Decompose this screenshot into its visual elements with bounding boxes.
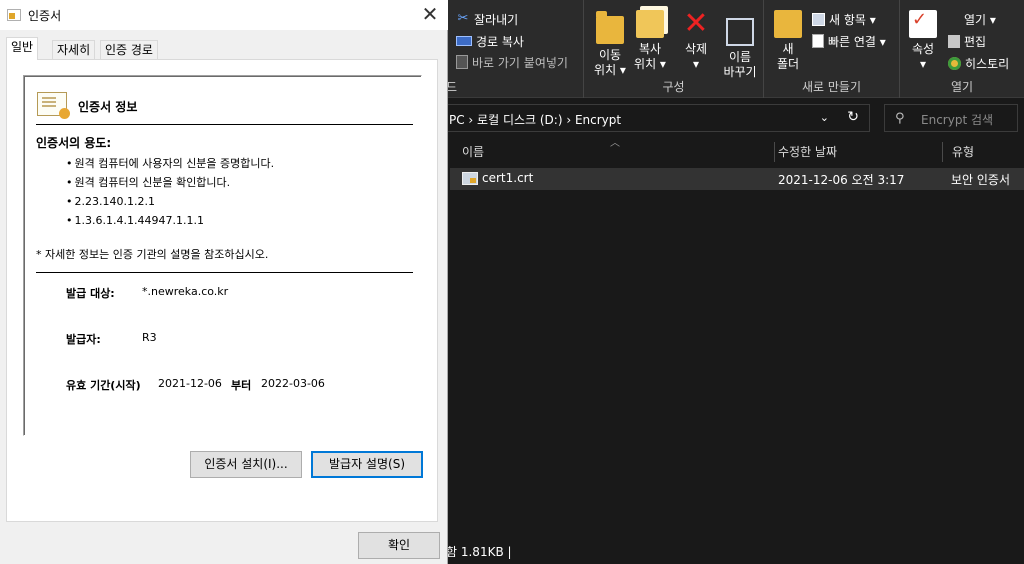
file-row[interactable]: cert1.crt 2021-12-06 오전 3:17 보안 인증서 xyxy=(450,168,1024,190)
paste-shortcut-button[interactable]: 바로 가기 붙여넣기 xyxy=(456,52,568,72)
new-item-button[interactable]: 새 항목 ▾ xyxy=(812,9,876,29)
paste-shortcut-icon xyxy=(456,55,468,69)
certificate-large-icon xyxy=(37,92,70,119)
dialog-title-bar[interactable]: 인증서 ✕ xyxy=(0,0,448,30)
address-path[interactable]: PC › 로컬 디스크 (D:) › Encrypt xyxy=(449,111,621,128)
edit-icon xyxy=(948,34,960,48)
search-placeholder[interactable]: Encrypt 검색 xyxy=(921,111,993,128)
column-modified[interactable]: 수정한 날짜 xyxy=(770,140,940,164)
rename-button[interactable]: 이름 바꾸기 xyxy=(718,10,762,80)
issued-by-label: 발급자: xyxy=(66,333,101,346)
tab-details[interactable]: 자세히 xyxy=(52,40,96,60)
ribbon-group-label-new: 새로 만들기 xyxy=(801,80,861,94)
valid-to-value: 2022-03-06 xyxy=(261,377,325,390)
copy-to-button[interactable]: 복사 위치 ▾ xyxy=(630,10,670,72)
properties-icon xyxy=(909,10,937,38)
file-modified: 2021-12-06 오전 3:17 xyxy=(778,173,905,187)
issuer-statement-button[interactable]: 발급자 설명(S) xyxy=(311,451,423,478)
certificate-info-box: 인증서 정보 인증서의 용도: 원격 컴퓨터에 사용자의 신분을 증명합니다. … xyxy=(23,75,422,436)
purposes-list: 원격 컴퓨터에 사용자의 신분을 증명합니다. 원격 컴퓨터의 신분을 확인합니… xyxy=(66,154,275,230)
ribbon-group-organize: 이동 위치 ▾ 복사 위치 ▾ ✕ 삭제 ▾ 이름 바꾸기 구성 xyxy=(584,0,764,98)
edit-button[interactable]: 편집 xyxy=(948,31,986,51)
issued-to-label: 발급 대상: xyxy=(66,287,115,300)
file-list-header: 이름 ︿ 수정한 날짜 유형 xyxy=(450,138,1024,164)
divider xyxy=(36,272,413,273)
tab-certification-path[interactable]: 인증 경로 xyxy=(100,40,158,60)
sort-caret-icon: ︿ xyxy=(610,138,620,149)
path-icon xyxy=(456,36,472,46)
certificate-dialog: 인증서 ✕ 일반 자세히 인증 경로 인증서 정보 인증서의 용도: 원격 컴퓨… xyxy=(0,0,448,564)
address-bar[interactable]: PC › 로컬 디스크 (D:) › Encrypt ⌄ ↻ xyxy=(440,104,870,132)
search-box[interactable]: ⚲ Encrypt 검색 xyxy=(884,104,1018,132)
easy-access-icon xyxy=(812,34,824,48)
copy-to-icon xyxy=(636,10,664,38)
validity-to-label: 부터 xyxy=(231,379,252,392)
close-button[interactable]: ✕ xyxy=(418,2,442,26)
ribbon-group-label-clipboard: 드 xyxy=(446,80,458,94)
details-note: * 자세한 정보는 인증 기관의 설명을 참조하십시오. xyxy=(36,248,269,261)
easy-access-button[interactable]: 빠른 연결 ▾ xyxy=(812,31,886,51)
delete-x-icon: ✕ xyxy=(683,6,709,41)
purposes-title: 인증서의 용도: xyxy=(36,136,112,150)
divider xyxy=(36,124,413,125)
delete-button[interactable]: ✕ 삭제 ▾ xyxy=(676,6,716,72)
refresh-icon[interactable]: ↻ xyxy=(847,109,859,125)
purpose-item: 원격 컴퓨터에 사용자의 신분을 증명합니다. xyxy=(66,154,275,173)
column-type[interactable]: 유형 xyxy=(944,140,1024,164)
valid-from-value: 2021-12-06 xyxy=(158,377,222,390)
status-bar: 함 1.81KB | xyxy=(440,540,1024,564)
tab-panel-general: 인증서 정보 인증서의 용도: 원격 컴퓨터에 사용자의 신분을 증명합니다. … xyxy=(6,59,438,522)
scissors-icon: ✂ xyxy=(457,11,469,26)
file-type: 보안 인증서 xyxy=(951,173,1011,187)
tab-general[interactable]: 일반 xyxy=(6,37,39,60)
ribbon-group-new: 새 폴더 새 항목 ▾ 빠른 연결 ▾ 새로 만들기 xyxy=(764,0,900,98)
move-to-button[interactable]: 이동 위치 ▾ xyxy=(590,10,630,78)
column-separator[interactable] xyxy=(942,142,943,162)
validity-label: 유효 기간(시작) xyxy=(66,379,141,392)
dialog-title: 인증서 xyxy=(28,9,62,23)
rename-icon xyxy=(726,18,754,46)
ribbon-group-label-organize: 구성 xyxy=(662,80,685,94)
copy-path-button[interactable]: 경로 복사 xyxy=(456,31,524,51)
purpose-item: 2.23.140.1.2.1 xyxy=(66,192,274,211)
ribbon-group-open: 속성 ▾ 열기 ▾ 편집 히스토리 열기 xyxy=(900,0,1024,98)
certificate-icon xyxy=(7,9,21,21)
new-folder-icon xyxy=(774,10,802,38)
properties-button[interactable]: 속성 ▾ xyxy=(904,10,942,72)
ribbon-group-clipboard: ✂ 잘라내기 경로 복사 바로 가기 붙여넣기 드 xyxy=(446,0,584,98)
purpose-item: 1.3.6.1.4.1.44947.1.1.1 xyxy=(66,211,274,230)
open-button[interactable]: 열기 ▾ xyxy=(964,9,996,29)
move-to-icon xyxy=(596,11,624,44)
certificate-file-icon xyxy=(462,172,478,185)
new-folder-button[interactable]: 새 폴더 xyxy=(770,10,806,72)
history-icon xyxy=(948,56,961,70)
ribbon-group-label-open: 열기 xyxy=(950,80,974,94)
issued-by-value: R3 xyxy=(142,331,157,344)
info-heading: 인증서 정보 xyxy=(78,100,138,114)
ok-button[interactable]: 확인 xyxy=(358,532,440,559)
cut-button[interactable]: ✂ 잘라내기 xyxy=(456,9,519,29)
purpose-item: 원격 컴퓨터의 신분을 확인합니다. xyxy=(66,173,274,192)
install-certificate-button[interactable]: 인증서 설치(I)... xyxy=(190,451,302,478)
new-item-icon xyxy=(812,12,825,26)
issued-to-value: *.newreka.co.kr xyxy=(142,285,229,298)
file-name: cert1.crt xyxy=(482,171,534,185)
search-icon: ⚲ xyxy=(895,111,905,126)
address-history-chevron-icon[interactable]: ⌄ xyxy=(820,111,829,124)
history-button[interactable]: 히스토리 xyxy=(948,53,1009,73)
